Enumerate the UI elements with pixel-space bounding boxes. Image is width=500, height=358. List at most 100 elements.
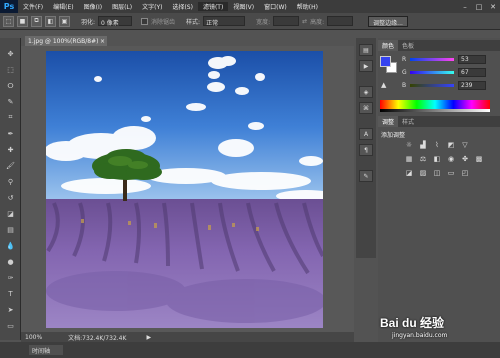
type-tool-icon[interactable]: T	[4, 288, 17, 299]
maximize-button[interactable]: □	[472, 0, 486, 13]
threshold-icon[interactable]: ◫	[432, 168, 442, 177]
zoom-level[interactable]: 100%	[25, 334, 42, 341]
menu-window[interactable]: 窗口(W)	[259, 2, 292, 11]
intersect-selection-icon[interactable]: ▣	[59, 15, 70, 27]
hue-saturation-icon[interactable]: ▦	[404, 154, 414, 163]
subtract-selection-icon[interactable]: ◧	[45, 15, 56, 27]
status-menu-arrow-icon[interactable]: ▶	[146, 334, 151, 341]
color-balance-icon[interactable]: ⚖	[418, 154, 428, 163]
clone-stamp-tool-icon[interactable]: ⚲	[4, 176, 17, 187]
dodge-tool-icon[interactable]: ●	[4, 256, 17, 267]
close-button[interactable]: ✕	[486, 0, 500, 13]
history-brush-tool-icon[interactable]: ↺	[4, 192, 17, 203]
refine-edge-button[interactable]: 调整边缘...	[368, 15, 408, 27]
new-selection-icon[interactable]: ■	[17, 15, 28, 27]
minimize-button[interactable]: –	[458, 0, 472, 13]
shape-tool-icon[interactable]: ▭	[4, 320, 17, 331]
pen-tool-icon[interactable]: ✑	[4, 272, 17, 283]
right-panels: 颜色 色板 R G B 53 67 239 ▲ 调整 样式 添加调整 ☼ ▟ ⌇…	[378, 38, 500, 342]
close-doc-icon[interactable]: ×	[100, 38, 107, 45]
g-slider[interactable]	[410, 71, 454, 74]
photo-filter-icon[interactable]: ◉	[446, 154, 456, 163]
brightness-icon[interactable]: ☼	[404, 140, 414, 149]
adjustments-panel-tabs: 调整 样式	[378, 116, 500, 127]
tab-swatches[interactable]: 色板	[398, 40, 418, 51]
menu-image[interactable]: 图像(I)	[79, 2, 107, 11]
r-slider[interactable]	[410, 58, 454, 61]
menu-help[interactable]: 帮助(H)	[292, 2, 323, 11]
foreground-color-swatch[interactable]	[380, 56, 391, 67]
paragraph-panel-icon[interactable]: ¶	[359, 144, 373, 156]
layers-panel-icon[interactable]: ◈	[359, 86, 373, 98]
baidu-watermark-logo: Bai du 经验	[380, 316, 445, 330]
menu-filter[interactable]: 滤镜(T)	[197, 2, 229, 11]
menu-view[interactable]: 视图(V)	[228, 2, 259, 11]
levels-icon[interactable]: ▟	[418, 140, 428, 149]
crop-tool-icon[interactable]: ⌗	[4, 112, 17, 123]
document-image	[46, 51, 323, 328]
invert-icon[interactable]: ◪	[404, 168, 414, 177]
b-label: B	[402, 82, 407, 89]
channel-mixer-icon[interactable]: ✤	[460, 154, 470, 163]
antialias-label: 消除锯齿	[151, 18, 176, 26]
grayscale-ramp[interactable]	[380, 109, 490, 112]
gradient-tool-icon[interactable]: ▤	[4, 224, 17, 235]
menu-edit[interactable]: 编辑(E)	[48, 2, 78, 11]
antialias-checkbox[interactable]	[141, 17, 149, 25]
tab-adjustments[interactable]: 调整	[378, 116, 399, 127]
brush-tool-icon[interactable]: 🖌	[4, 160, 17, 171]
window-controls: – □ ✕	[458, 0, 500, 13]
style-select[interactable]: 正常	[203, 16, 246, 27]
curves-icon[interactable]: ⌇	[432, 140, 442, 149]
vibrance-icon[interactable]: ▽	[460, 140, 470, 149]
color-lookup-icon[interactable]: ▩	[474, 154, 484, 163]
posterize-icon[interactable]: ▨	[418, 168, 428, 177]
blur-tool-icon[interactable]: 💧	[4, 240, 17, 251]
photoshop-logo-icon: Ps	[0, 0, 18, 13]
b-slider[interactable]	[410, 84, 454, 87]
b-value-field[interactable]: 239	[458, 81, 486, 90]
r-value-field[interactable]: 53	[458, 55, 486, 64]
bottom-panel-bar	[0, 342, 500, 358]
swap-icon[interactable]: ⇄	[302, 18, 307, 25]
height-input[interactable]	[327, 16, 354, 26]
quick-select-tool-icon[interactable]: ✎	[4, 96, 17, 107]
tab-color[interactable]: 颜色	[378, 40, 399, 51]
r-label: R	[402, 56, 407, 63]
channels-panel-icon[interactable]: ⌘	[359, 102, 373, 114]
history-panel-icon[interactable]: ▤	[359, 44, 373, 56]
g-label: G	[402, 69, 407, 76]
exposure-icon[interactable]: ◩	[446, 140, 456, 149]
width-label: 宽度:	[256, 18, 271, 26]
eyedropper-tool-icon[interactable]: ✒	[4, 128, 17, 139]
status-bar: 100% 文档:732.4K/732.4K ▶	[21, 332, 354, 342]
marquee-preset-icon[interactable]: ⬚	[3, 15, 14, 27]
menu-file[interactable]: 文件(F)	[18, 2, 48, 11]
path-select-tool-icon[interactable]: ➤	[4, 304, 17, 315]
marquee-tool-icon[interactable]: ⬚	[4, 64, 17, 75]
actions-panel-icon[interactable]: ▶	[359, 60, 373, 72]
selective-color-icon[interactable]: ◰	[460, 168, 470, 177]
gradient-map-icon[interactable]: ▭	[446, 168, 456, 177]
color-spectrum-bar[interactable]	[380, 100, 490, 109]
tab-styles[interactable]: 样式	[398, 116, 418, 127]
add-selection-icon[interactable]: ⧉	[31, 15, 42, 27]
collapsed-panels-dock: ▤ ▶ ◈ ⌘ A ¶ ✎	[356, 38, 376, 258]
feather-input[interactable]: 0 像素	[98, 16, 133, 27]
menu-layer[interactable]: 图层(L)	[107, 2, 137, 11]
brush-panel-icon[interactable]: ✎	[359, 170, 373, 182]
eraser-tool-icon[interactable]: ◪	[4, 208, 17, 219]
menu-select[interactable]: 选择(S)	[167, 2, 198, 11]
g-value-field[interactable]: 67	[458, 68, 486, 77]
menu-type[interactable]: 文字(Y)	[137, 2, 167, 11]
document-tab[interactable]: 1.jpg @ 100%(RGB/8#) ×	[25, 36, 107, 46]
paths-panel-icon[interactable]: A	[359, 128, 373, 140]
document-size: 文档:732.4K/732.4K	[68, 334, 127, 342]
timeline-tab[interactable]: 时间轴	[29, 345, 63, 355]
move-tool-icon[interactable]: ✥	[4, 48, 17, 59]
lasso-tool-icon[interactable]: ⵔ	[4, 80, 17, 91]
width-input[interactable]	[273, 16, 300, 26]
healing-brush-tool-icon[interactable]: ✚	[4, 144, 17, 155]
black-white-icon[interactable]: ◧	[432, 154, 442, 163]
feather-label: 羽化:	[81, 18, 96, 26]
